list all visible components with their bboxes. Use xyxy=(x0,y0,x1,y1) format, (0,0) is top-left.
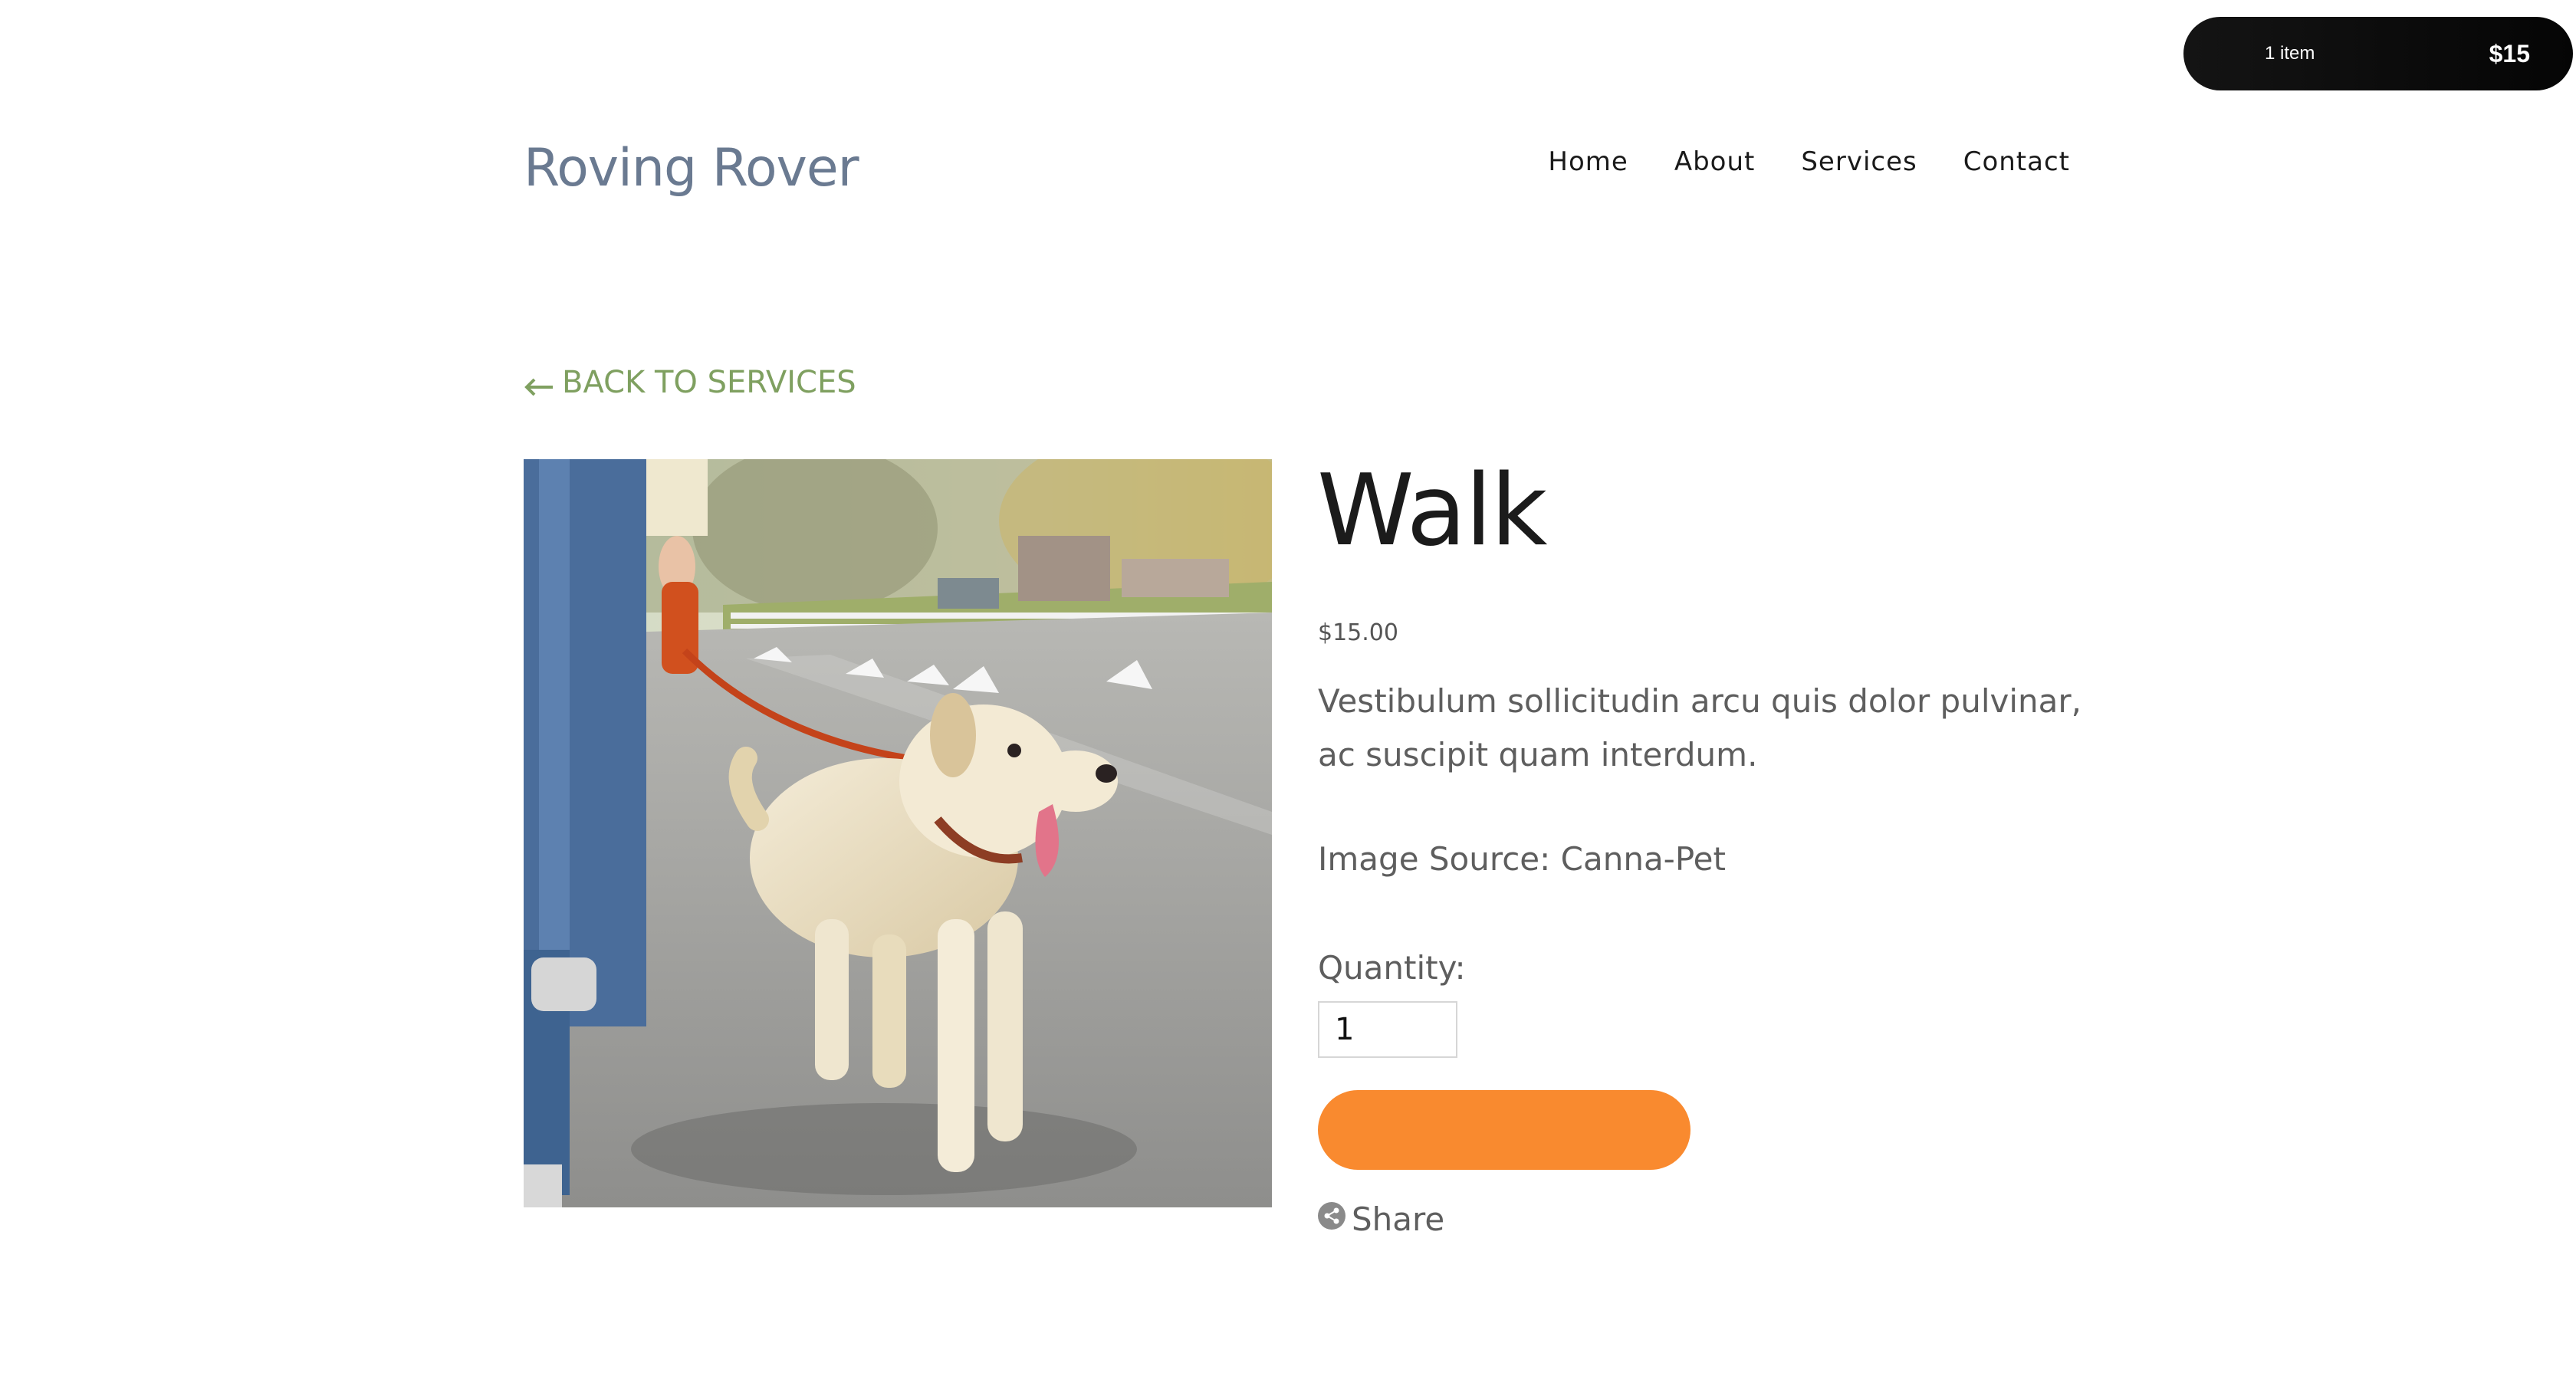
cart-item-count: 1 item xyxy=(2265,43,2315,64)
nav-services[interactable]: Services xyxy=(1801,146,1917,177)
cart-summary-button[interactable]: 1 item $15 xyxy=(2183,17,2573,90)
cart-total: $15 xyxy=(2489,39,2530,67)
nav-about[interactable]: About xyxy=(1674,146,1756,177)
nav-home[interactable]: Home xyxy=(1548,146,1628,177)
quantity-input[interactable] xyxy=(1318,1001,1457,1058)
product-image xyxy=(524,459,1272,1207)
site-title[interactable]: Roving Rover xyxy=(524,138,859,199)
image-source-text: Image Source: Canna-Pet xyxy=(1318,840,1726,878)
quantity-label: Quantity: xyxy=(1318,949,1466,987)
add-to-cart-button[interactable] xyxy=(1318,1090,1691,1170)
nav-contact[interactable]: Contact xyxy=(1963,146,2070,177)
product-description: Vestibulum sollicitudin arcu quis dolor … xyxy=(1318,682,2082,773)
product-price: $15.00 xyxy=(1318,619,1398,646)
product-title: Walk xyxy=(1317,454,1547,568)
share-label: Share xyxy=(1352,1200,1445,1238)
main-nav: Home About Services Contact xyxy=(1533,143,2070,181)
back-link-label: BACK TO SERVICES xyxy=(562,365,856,400)
share-icon xyxy=(1318,1202,1346,1230)
arrow-left-icon xyxy=(524,371,554,396)
share-link[interactable]: Share xyxy=(1318,1200,1444,1246)
back-to-services-link[interactable]: BACK TO SERVICES xyxy=(524,365,856,400)
